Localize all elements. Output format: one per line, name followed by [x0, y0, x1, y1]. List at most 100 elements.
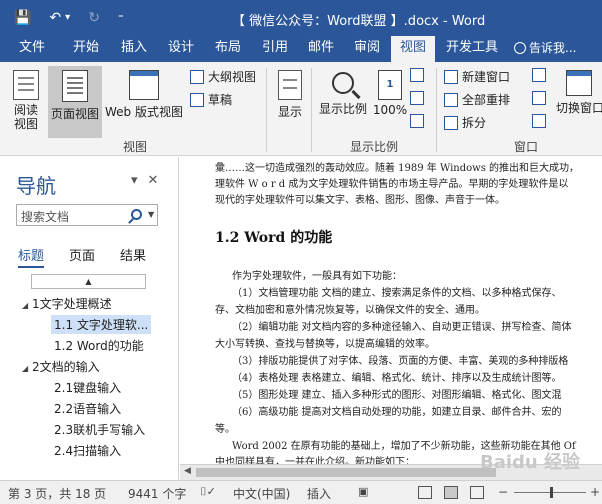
tab-file[interactable]: 文件 — [10, 36, 54, 62]
status-bar: 第 3 页，共 18 页 9441 个字 ⌷✓ 中文(中国) 插入 ▣ − + — [0, 480, 602, 504]
heading-item[interactable]: ◢ 2文档的输入 — [22, 358, 100, 375]
tab-mailings[interactable]: 邮件 — [299, 36, 343, 62]
nav-tabs: 标题 页面 结果 — [18, 245, 146, 268]
zoom-out-icon[interactable]: − — [498, 485, 508, 499]
tab-home[interactable]: 开始 — [64, 36, 108, 62]
collapse-triangle-icon[interactable]: ◢ — [22, 301, 32, 310]
show-button[interactable]: 显示 — [272, 66, 308, 134]
tab-insert[interactable]: 插入 — [112, 36, 156, 62]
scroll-up-bar[interactable]: ▲ — [31, 274, 146, 289]
tell-me-box[interactable]: 告诉我... — [514, 36, 576, 60]
arrange-all-button[interactable]: 全部重排 — [444, 91, 510, 108]
web-layout-button[interactable]: Web 版式视图 — [103, 66, 185, 134]
tab-design[interactable]: 设计 — [159, 36, 203, 62]
multiple-pages-button[interactable] — [410, 91, 424, 105]
undo-icon[interactable]: ↶ — [49, 8, 61, 28]
magnifier-icon — [332, 72, 354, 94]
heading-item-selected[interactable]: 1.1 文字处理软... — [51, 315, 152, 334]
doc-line: （6）高级功能 提高对文档自动处理的功能，如建立目录、邮件合并、宏的 — [232, 407, 562, 418]
word-count[interactable]: 9441 个字 — [128, 485, 186, 502]
heading-item[interactable]: ◢ 1文字处理概述 — [22, 295, 112, 312]
navigation-pane: 导航 ▾ ✕ 搜索文档 ▼ 标题 页面 结果 ▲ ◢ 1文字处理概述 1.1 文字… — [0, 157, 179, 480]
page-count[interactable]: 第 3 页，共 18 页 — [8, 485, 106, 502]
split-button[interactable]: 拆分 — [444, 114, 486, 131]
ribbon-tabs: 文件 开始 插入 设计 布局 引用 邮件 审阅 视图 开发工具 告诉我... — [0, 36, 602, 62]
print-layout-button[interactable]: 页面视图 — [48, 66, 102, 138]
doc-line: 现代的字处理软件可以集文字、表格、图形、图像、声音于一体。 — [215, 195, 505, 206]
scrollbar-thumb[interactable] — [196, 468, 496, 477]
zoom-100-button[interactable]: 1 100% — [372, 66, 408, 134]
search-input[interactable]: 搜索文档 ▼ — [16, 204, 158, 226]
nav-tab-headings[interactable]: 标题 — [18, 245, 45, 268]
switch-windows-button[interactable]: 切换窗口 — [556, 66, 602, 134]
heading-item[interactable]: 2.1键盘输入 — [54, 379, 121, 396]
page-width-button[interactable] — [410, 114, 424, 128]
chevron-down-icon[interactable]: ▾ — [131, 173, 138, 188]
one-page-button[interactable] — [410, 68, 424, 82]
zoom-button[interactable]: 显示比例 — [316, 66, 370, 134]
redo-icon[interactable]: ↻ — [88, 8, 100, 28]
reset-window-button[interactable] — [532, 114, 546, 128]
window-title: 【 微信公众号：Word联盟 】.docx - Word — [232, 14, 486, 29]
zoom-in-icon[interactable]: + — [590, 485, 600, 499]
doc-line: 存、文档加密和意外情况恢复等，以确保文件的安全、通用。 — [215, 305, 485, 316]
doc-line: （1）文档管理功能 文档的建立、搜索满足条件的文档、以多种格式保存、 — [232, 288, 562, 299]
arrange-all-icon — [444, 92, 458, 107]
nav-tab-results[interactable]: 结果 — [120, 245, 146, 268]
switch-windows-icon — [566, 70, 592, 96]
doc-line: （2）编辑功能 对文档内容的多种途径输入、自动更正错误、拼写检查、简体 — [232, 322, 572, 333]
zoom-group-label: 显示比例 — [350, 140, 399, 154]
sync-scroll-button[interactable] — [532, 91, 546, 105]
doc-line: （5）图形处理 建立、插入多种形式的图形、对图形编辑、格式化、图文混 — [232, 390, 562, 401]
tab-developer[interactable]: 开发工具 — [441, 36, 503, 62]
document-canvas[interactable]: 彙……这一切造成强烈的轰动效应。随着 1989 年 Windows 的推出和巨大… — [180, 157, 602, 480]
view-side-by-side-button[interactable] — [532, 68, 546, 82]
side-by-side-icon — [532, 68, 546, 82]
scroll-left-icon[interactable]: ◀ — [184, 466, 191, 476]
macro-record-icon[interactable]: ▣ — [358, 485, 368, 498]
language-indicator[interactable]: 中文(中国) — [233, 485, 290, 502]
insert-mode-indicator[interactable]: 插入 — [307, 485, 331, 502]
tab-review[interactable]: 审阅 — [345, 36, 389, 62]
group-separator — [436, 68, 437, 152]
nav-tab-pages[interactable]: 页面 — [69, 245, 95, 268]
tab-references[interactable]: 引用 — [253, 36, 297, 62]
tab-layout[interactable]: 布局 — [206, 36, 250, 62]
doc-line: （3）排版功能提供了对字体、段落、页面的方便、丰富、美观的多种排版格 — [232, 356, 569, 367]
doc-heading: 1.2 Word 的功能 — [215, 230, 333, 246]
search-placeholder: 搜索文档 — [21, 210, 70, 224]
read-mode-button[interactable]: 阅读视图 — [4, 66, 48, 134]
search-options-dropdown-icon[interactable]: ▼ — [148, 210, 154, 219]
page-icon — [62, 70, 88, 102]
proofing-icon[interactable]: ⌷✓ — [200, 485, 216, 499]
group-separator — [266, 68, 267, 152]
doc-line: 等。 — [215, 424, 235, 435]
read-mode-view-icon[interactable] — [418, 486, 432, 499]
sync-scroll-icon — [532, 91, 546, 105]
doc-line: 彙……这一切造成强烈的轰动效应。随着 1989 年 Windows 的推出和巨大… — [215, 163, 580, 174]
multiple-pages-icon — [410, 91, 424, 105]
doc-line: 理软件 W o r d 成为文字处理软件销售的市场主导产品。早期的字处理软件是以 — [215, 179, 569, 190]
print-layout-view-icon[interactable] — [444, 486, 458, 499]
new-window-button[interactable]: 新建窗口 — [444, 68, 510, 85]
views-group-label: 视图 — [123, 140, 148, 154]
doc-line: （4）表格处理 表格建立、编辑、格式化、统计、排序以及生成统计图等。 — [232, 373, 562, 384]
undo-dropdown-icon[interactable]: ▾ — [65, 8, 70, 28]
heading-item[interactable]: 2.3联机手写输入 — [54, 421, 145, 438]
heading-item[interactable]: 1.2 Word的功能 — [54, 337, 144, 354]
save-icon[interactable]: 💾 — [14, 8, 31, 28]
close-icon[interactable]: ✕ — [148, 173, 159, 188]
collapse-triangle-icon[interactable]: ◢ — [22, 364, 32, 373]
watermark-logo: Baidu 经验 — [480, 452, 581, 473]
zoom-slider-thumb[interactable] — [550, 487, 553, 498]
heading-item[interactable]: 2.4扫描输入 — [54, 442, 121, 459]
split-icon — [444, 115, 458, 130]
outline-button[interactable]: 大纲视图 — [190, 68, 256, 85]
customize-qat-icon[interactable]: ⁼ — [118, 8, 124, 28]
search-icon[interactable] — [131, 209, 142, 220]
draft-button[interactable]: 草稿 — [190, 91, 232, 108]
draft-icon — [190, 92, 204, 107]
web-layout-view-icon[interactable] — [470, 486, 484, 499]
heading-item[interactable]: 2.2语音输入 — [54, 400, 121, 417]
tab-view[interactable]: 视图 — [391, 36, 435, 62]
